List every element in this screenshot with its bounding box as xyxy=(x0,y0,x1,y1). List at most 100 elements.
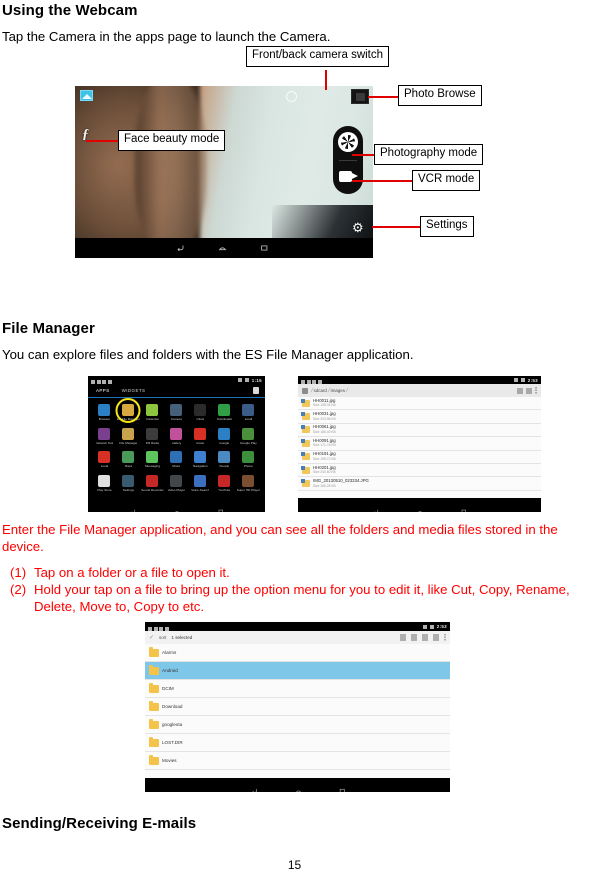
file-row[interactable]: HH0201.jpg Size 240.60 KB xyxy=(298,464,541,478)
image-file-icon xyxy=(301,438,310,447)
photography-mode-shutter-icon[interactable] xyxy=(338,132,358,152)
app-icon-cell[interactable]: Music xyxy=(165,449,188,472)
folder-row[interactable]: DCIM xyxy=(145,680,450,698)
app-icon-cell[interactable]: Navigation xyxy=(189,449,212,472)
file-row[interactable]: HH0061.jpg Size 186.40 KB xyxy=(298,424,541,438)
status-time: 2:53 xyxy=(527,377,538,383)
heading-sending-receiving-emails: Sending/Receiving E-mails xyxy=(2,815,197,832)
home-icon[interactable] xyxy=(416,502,424,512)
app-icon-cell[interactable]: Email xyxy=(237,401,260,424)
app-icon-cell[interactable]: Messaging xyxy=(141,449,164,472)
back-icon[interactable] xyxy=(250,782,258,792)
app-label: Navigation xyxy=(193,464,208,469)
app-icon-cell[interactable]: Google xyxy=(213,425,236,448)
folder-row[interactable]: Android xyxy=(145,662,450,680)
app-icon-cell[interactable]: Camera xyxy=(165,401,188,424)
app-icon-cell[interactable]: Super HD Player xyxy=(237,472,260,495)
app-label: Gmail xyxy=(196,440,205,445)
step-1-marker: (1) xyxy=(10,565,27,580)
file-row[interactable]: HH0011.jpg Size 138.04 KB xyxy=(298,397,541,411)
app-icon-cell[interactable]: People xyxy=(213,449,236,472)
app-icon-cell[interactable]: Voice Search xyxy=(189,472,212,495)
app-icon-cell[interactable]: Settings xyxy=(117,472,140,495)
recents-icon[interactable] xyxy=(460,502,468,512)
app-icon-cell[interactable]: Play Store xyxy=(93,472,116,495)
app-icon-cell[interactable]: Downloads xyxy=(213,401,236,424)
folder-rows: Alarms Android DCIM Download googleota LOST.D… xyxy=(145,644,450,778)
tab-widgets[interactable]: WIDGETS xyxy=(122,388,146,393)
folder-row[interactable]: Alarms xyxy=(145,644,450,662)
app-icon-cell[interactable]: File Manager xyxy=(117,425,140,448)
folder-row[interactable]: Movies xyxy=(145,752,450,770)
app-icon-cell[interactable]: FM Radio xyxy=(141,425,164,448)
recents-icon[interactable] xyxy=(259,243,270,253)
app-icon xyxy=(122,451,135,464)
app-icon-cell[interactable]: Phone xyxy=(237,449,260,472)
folder-row[interactable]: googleota xyxy=(145,716,450,734)
home-icon[interactable] xyxy=(217,243,228,253)
app-icon-cell[interactable]: Sound Recorder xyxy=(141,472,164,495)
folder-row[interactable]: Download xyxy=(145,698,450,716)
camera-app-screenshot: ƒ ⚙ xyxy=(75,86,373,258)
app-icon-cell[interactable]: Browser xyxy=(93,401,116,424)
app-icon xyxy=(98,403,111,416)
app-icon-cell[interactable]: YouTube xyxy=(213,472,236,495)
app-icon-cell[interactable]: Video Player xyxy=(165,472,188,495)
more-icon[interactable] xyxy=(444,634,446,641)
breadcrumb-item[interactable]: Images xyxy=(331,388,345,393)
app-icon xyxy=(170,427,183,440)
app-icon xyxy=(194,427,207,440)
shop-icon[interactable] xyxy=(253,387,259,394)
recents-icon[interactable] xyxy=(217,502,225,512)
photo-browse-icon[interactable] xyxy=(351,89,369,104)
home-icon[interactable] xyxy=(173,502,181,512)
front-back-camera-switch-icon[interactable] xyxy=(286,91,297,102)
android-nav-bar xyxy=(145,778,450,792)
new-folder-icon[interactable] xyxy=(517,387,523,394)
app-icon-cell[interactable]: Clock xyxy=(189,401,212,424)
callout-photography-mode: Photography mode xyxy=(374,144,484,165)
app-icon-cell[interactable]: Google Play xyxy=(237,425,260,448)
app-label: Messaging xyxy=(144,464,160,469)
file-row[interactable]: HH0091.jpg Size 171.76 KB xyxy=(298,437,541,451)
app-icon-cell[interactable]: Gallery xyxy=(165,425,188,448)
back-icon[interactable] xyxy=(175,243,186,253)
file-row[interactable]: HH0191.jpg Size 195.72 KB xyxy=(298,451,541,464)
image-file-icon xyxy=(301,452,310,461)
app-icon-cell[interactable]: ES File Manager xyxy=(115,398,141,424)
delete-icon[interactable] xyxy=(422,634,428,641)
app-label: Camera xyxy=(170,416,182,421)
page-number: 15 xyxy=(287,858,302,872)
step-2: (2) Hold your tap on a file to bring up … xyxy=(10,581,588,615)
app-icon-cell[interactable]: Gmail xyxy=(189,425,212,448)
folder-name: Movies xyxy=(162,758,177,763)
app-icon-cell[interactable]: Maps xyxy=(117,449,140,472)
folder-icon xyxy=(149,700,159,711)
gallery-thumbnail-icon[interactable] xyxy=(80,90,93,101)
copy-icon[interactable] xyxy=(411,634,417,641)
back-icon[interactable] xyxy=(129,502,137,512)
status-bar: 2:53 xyxy=(298,376,541,384)
image-file-icon xyxy=(301,479,310,488)
app-icon xyxy=(242,403,255,416)
app-icon xyxy=(194,451,207,464)
app-icon xyxy=(218,427,231,440)
share-icon[interactable] xyxy=(400,634,406,641)
more-icon[interactable] xyxy=(535,387,537,394)
cut-icon[interactable] xyxy=(433,634,439,641)
tab-apps[interactable]: APPS xyxy=(96,388,110,393)
file-row[interactable]: HH0031.jpg Size 203.98 KB xyxy=(298,410,541,424)
app-icon-cell[interactable]: Network Test xyxy=(93,425,116,448)
recents-icon[interactable] xyxy=(338,782,346,792)
home-icon[interactable] xyxy=(294,782,302,792)
app-icon-cell[interactable]: Calendar xyxy=(141,401,164,424)
app-icon-cell[interactable]: Local xyxy=(93,449,116,472)
search-icon[interactable] xyxy=(526,387,532,394)
app-icon xyxy=(122,475,135,488)
app-label: Email xyxy=(244,416,253,421)
app-icon xyxy=(146,451,159,464)
folder-row[interactable]: LOST.DIR xyxy=(145,734,450,752)
file-row[interactable]: IMG_20130510_023334.JPG Size 266.28 KB xyxy=(298,477,541,491)
settings-gear-icon[interactable]: ⚙ xyxy=(352,221,365,234)
back-icon[interactable] xyxy=(372,502,380,512)
